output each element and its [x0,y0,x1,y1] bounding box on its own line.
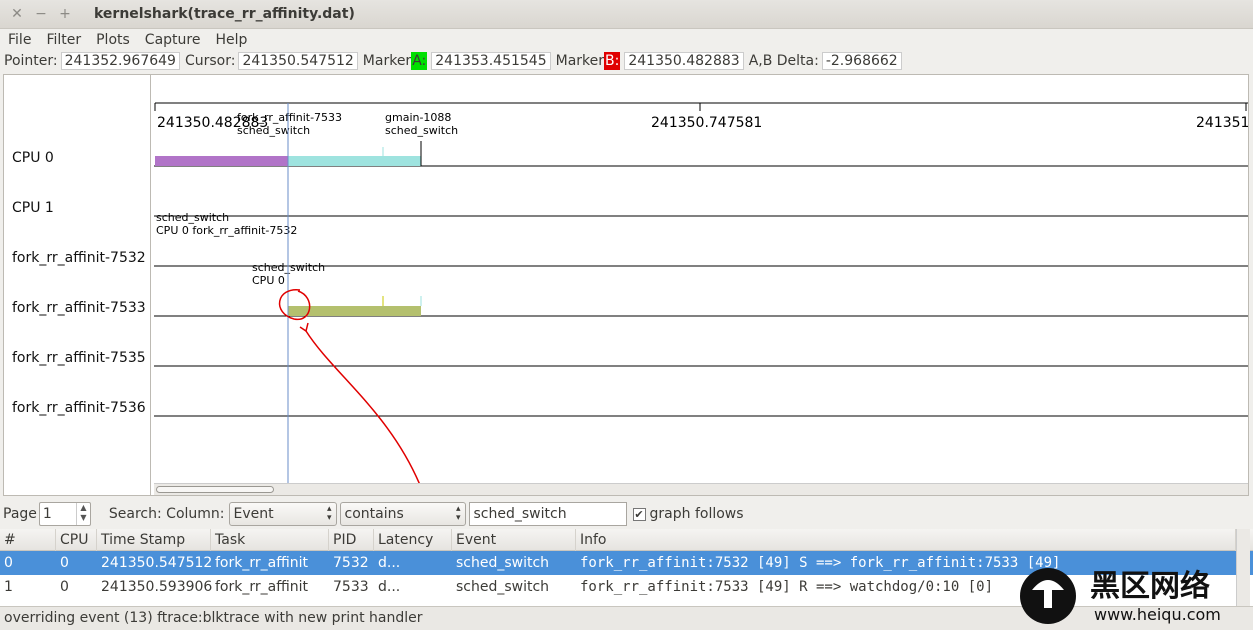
column-header-index[interactable]: # [0,529,56,551]
cell-index: 0 [4,555,13,571]
column-header-latency[interactable]: Latency [374,529,452,551]
ruler-timestamp-mid: 241350.747581 [651,115,762,131]
graph-horizontal-scrollbar[interactable] [154,483,1248,495]
annotation-cpu: CPU 0 [252,274,285,287]
graph-follows-label: graph follows [649,506,744,522]
marker-a-value: 241353.451545 [431,51,551,70]
menu-capture[interactable]: Capture [145,32,201,48]
delta-label: A,B Delta: [748,52,819,69]
minimize-icon[interactable]: − [34,6,48,22]
cell-cpu: 0 [60,555,69,571]
plot-label-task-7535: fork_rr_affinit-7535 [12,350,146,366]
plot-label-cpu0: CPU 0 [12,150,54,166]
cell-event: sched_switch [456,579,550,595]
cursor-label: Cursor: [184,52,236,69]
annotation-event: sched_switch [385,124,458,137]
plot-label-task-7533: fork_rr_affinit-7533 [12,300,146,316]
cpu0-task-bar[interactable] [155,156,288,166]
cell-info: fork_rr_affinit:7532 [49] S ==> fork_rr_… [580,555,1061,571]
plot-label-task-7536: fork_rr_affinit-7536 [12,400,146,416]
marker-a-swatch[interactable]: A: [411,51,428,70]
plot-labels: CPU 0 CPU 1 fork_rr_affinit-7532 fork_rr… [4,75,151,495]
menu-file[interactable]: File [8,32,31,48]
timeline-svg[interactable]: 241350.482883 241350.747581 241351. fork… [154,75,1248,483]
annotation-task: gmain-1088 [385,111,451,124]
marker-a-label: Marker [362,52,412,69]
search-input-value: sched_switch [473,506,567,522]
operator-select-value: contains [344,506,404,522]
close-icon[interactable]: ✕ [10,6,24,22]
maximize-icon[interactable]: + [58,6,72,22]
cell-cpu: 0 [60,579,69,595]
page-label: Page [3,506,37,522]
cell-info: fork_rr_affinit:7533 [49] R ==> watchdog… [580,579,994,595]
column-header-timestamp[interactable]: Time Stamp [97,529,211,551]
pointer-label: Pointer: [4,52,58,69]
cell-latency: d... [378,555,401,571]
cursor-value: 241350.547512 [238,51,358,70]
column-select-value: Event [233,506,274,522]
cell-task: fork_rr_affinit [215,579,308,595]
watermark-url: www.heiqu.com [1094,605,1221,624]
cell-pid: 7533 [333,579,369,595]
menu-bar: File Filter Plots Capture Help [0,29,1253,50]
annotation-event: sched_switch [237,124,310,137]
cell-index: 1 [4,579,13,595]
mushroom-stem-icon [1044,590,1052,608]
window-title: kernelshark(trace_rr_affinity.dat) [94,6,355,22]
graph-follows-checkbox[interactable]: ✔ [632,507,646,521]
search-toolbar: Page 1 ▲ ▼ Search: Column: Event ▴ ▾ conta… [0,500,1253,528]
marker-b-swatch[interactable]: B: [604,51,621,70]
annotation-event: sched_switch [156,211,229,224]
cell-latency: d... [378,579,401,595]
cell-pid: 7532 [333,555,369,571]
column-header-pid[interactable]: PID [329,529,374,551]
marker-b-value: 241350.482883 [624,51,744,70]
marker-b-label: Marker [555,52,605,69]
cpu0-task-bar[interactable] [288,156,421,166]
watermark-logo: 黑区网络 www.heiqu.com [1020,568,1221,624]
cell-timestamp: 241350.593906 [101,579,213,595]
combo-arrows-icon: ▴ ▾ [326,504,332,523]
search-input[interactable]: sched_switch [468,502,627,526]
red-arrowhead [299,322,309,333]
plot-label-cpu1: CPU 1 [12,200,54,216]
delta-value: -2.968662 [821,51,902,70]
search-column-label: Search: Column: [108,506,225,522]
title-bar: ✕ − + kernelshark(trace_rr_affinity.dat) [0,0,1253,29]
graph-panel: CPU 0 CPU 1 fork_rr_affinit-7532 fork_rr… [3,74,1249,496]
column-header-info[interactable]: Info [576,529,1236,551]
watermark-text-cn: 黑区网络 [1090,569,1210,604]
page-value: 1 [42,506,52,522]
menu-plots[interactable]: Plots [96,32,130,48]
red-arrow-annotation [305,330,420,483]
timeline-plot[interactable]: 241350.482883 241350.747581 241351. fork… [154,75,1248,483]
cell-timestamp: 241350.547512 [101,555,213,571]
column-header-event[interactable]: Event [452,529,576,551]
scrollbar-thumb[interactable] [156,486,274,493]
cell-event: sched_switch [456,555,550,571]
column-header-task[interactable]: Task [211,529,329,551]
cell-task: fork_rr_affinit [215,555,308,571]
info-bar: Pointer: 241352.967649 Cursor: 241350.54… [0,50,1253,71]
combo-arrows-icon: ▴ ▾ [455,504,461,523]
annotation-task: fork_rr_affinit-7533 [237,111,342,124]
annotation-event: sched_switch [252,261,325,274]
page-spinner[interactable]: 1 ▲ ▼ [38,502,91,526]
column-header-cpu[interactable]: CPU [56,529,97,551]
table-header: # CPU Time Stamp Task PID Latency Event … [0,529,1253,551]
operator-select[interactable]: contains ▴ ▾ [339,502,466,526]
pointer-value: 241352.967649 [60,51,180,70]
plot-label-task-7532: fork_rr_affinit-7532 [12,250,146,266]
ruler-timestamp-end: 241351. [1196,115,1248,131]
menu-filter[interactable]: Filter [46,32,81,48]
spinner-arrows-icon[interactable]: ▲ ▼ [75,503,90,525]
annotation-task: CPU 0 fork_rr_affinit-7532 [156,224,297,237]
menu-help[interactable]: Help [215,32,247,48]
column-select[interactable]: Event ▴ ▾ [228,502,337,526]
